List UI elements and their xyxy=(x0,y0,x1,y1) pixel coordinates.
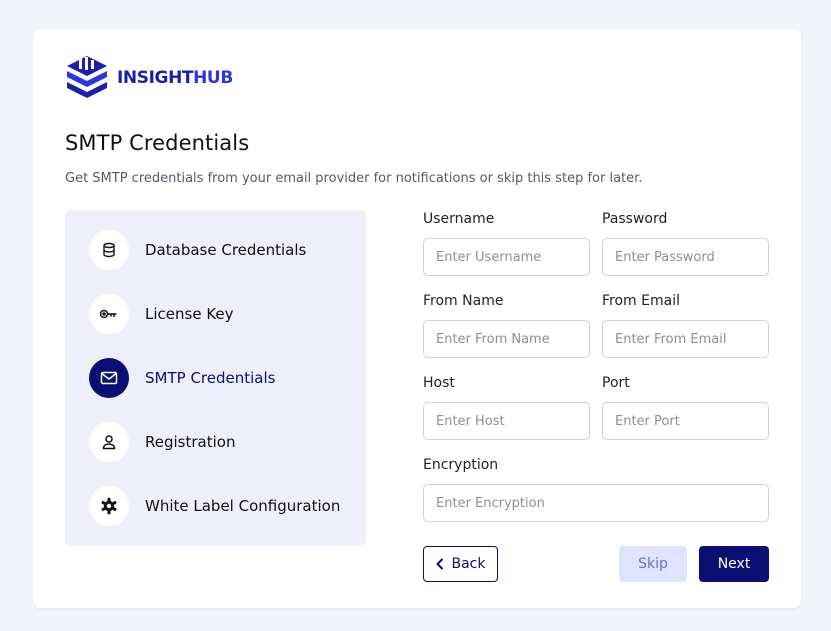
brand-name-part2: HUB xyxy=(193,68,233,88)
port-label: Port xyxy=(602,375,630,391)
back-button-label: Back xyxy=(451,556,486,572)
key-icon xyxy=(89,294,129,334)
step-label: Registration xyxy=(145,433,236,451)
mail-icon xyxy=(89,358,129,398)
step-label: Database Credentials xyxy=(145,241,307,259)
username-label: Username xyxy=(423,211,495,227)
step-white-label-configuration[interactable]: White Label Configuration xyxy=(89,486,340,526)
skip-button[interactable]: Skip xyxy=(619,546,687,582)
step-smtp-credentials[interactable]: SMTP Credentials xyxy=(89,358,275,398)
database-icon xyxy=(89,230,129,270)
brand-name-part1: INSIGHT xyxy=(117,68,194,88)
page-title: SMTP Credentials xyxy=(65,131,250,155)
from-name-input[interactable] xyxy=(423,320,590,358)
brand-name: INSIGHTHUB xyxy=(117,68,233,88)
page-subtitle: Get SMTP credentials from your email pro… xyxy=(65,171,643,186)
from-email-input[interactable] xyxy=(602,320,769,358)
steps-panel: Database Credentials License Key SMTP Cr… xyxy=(65,210,366,546)
user-icon xyxy=(89,422,129,462)
back-button[interactable]: Back xyxy=(423,546,498,582)
host-label: Host xyxy=(423,375,455,391)
username-input[interactable] xyxy=(423,238,590,276)
from-name-label: From Name xyxy=(423,293,504,309)
step-registration[interactable]: Registration xyxy=(89,422,235,462)
chevron-left-icon xyxy=(436,558,444,570)
host-input[interactable] xyxy=(423,402,590,440)
step-license-key[interactable]: License Key xyxy=(89,294,234,334)
insighthub-logo-icon xyxy=(67,56,107,98)
setup-card: INSIGHTHUB SMTP Credentials Get SMTP cre… xyxy=(33,29,801,608)
step-label: SMTP Credentials xyxy=(145,369,276,387)
from-email-label: From Email xyxy=(602,293,680,309)
logo: INSIGHTHUB xyxy=(65,54,233,102)
port-input[interactable] xyxy=(602,402,769,440)
password-input[interactable] xyxy=(602,238,769,276)
encryption-label: Encryption xyxy=(423,457,499,473)
encryption-input[interactable] xyxy=(423,484,769,522)
next-button[interactable]: Next xyxy=(699,546,769,582)
step-database-credentials[interactable]: Database Credentials xyxy=(89,230,306,270)
gear-icon xyxy=(89,486,129,526)
password-label: Password xyxy=(602,211,668,227)
step-label: License Key xyxy=(145,305,234,323)
step-label: White Label Configuration xyxy=(145,497,341,515)
